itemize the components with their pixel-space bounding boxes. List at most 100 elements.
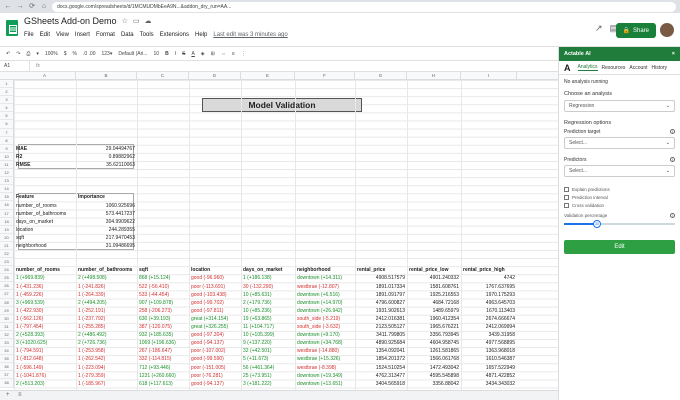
explain-predictions-checkbox[interactable]: Explain predictions <box>559 187 680 192</box>
activity-icon[interactable]: ↗ <box>595 23 603 34</box>
fill-color-icon[interactable]: ◈ <box>201 51 205 57</box>
table-cell[interactable]: 1231 (+260.660) <box>139 372 187 380</box>
table-cell[interactable]: westbrae (-8.398) <box>297 364 353 372</box>
table-cell[interactable]: 1767.637695 <box>463 283 515 291</box>
table-cell[interactable]: good (-94.137) <box>191 339 239 347</box>
row-header[interactable]: 18 <box>0 218 13 226</box>
table-cell[interactable]: 1657.522949 <box>463 364 515 372</box>
importance-feature[interactable]: sqft <box>16 234 74 242</box>
table-cell[interactable]: 4901.240332 <box>409 274 459 282</box>
table-cell[interactable]: 533 (-44.454) <box>139 291 187 299</box>
table-cell[interactable]: 4977.568895 <box>463 339 515 347</box>
menu-view[interactable]: View <box>56 32 69 38</box>
table-cell[interactable]: good (-103.438) <box>191 291 239 299</box>
menu-file[interactable]: File <box>24 32 34 38</box>
table-cell[interactable]: south_side (-3.632) <box>297 323 353 331</box>
table-cell[interactable]: 1566.061768 <box>409 355 459 363</box>
row-header[interactable]: 37 <box>0 371 13 380</box>
doc-title[interactable]: GSheets Add-on Demo <box>24 16 117 26</box>
row-header[interactable]: 3 <box>0 96 13 105</box>
table-cell[interactable]: 907 (+109.878) <box>139 299 187 307</box>
importance-value[interactable]: 1060.925696 <box>78 202 135 210</box>
table-cell[interactable]: 3356.88042 <box>409 380 459 388</box>
add-sheet-icon[interactable]: + <box>6 392 10 398</box>
table-cell[interactable]: 2 (+513.203) <box>16 380 74 388</box>
info-icon[interactable]: i <box>670 157 675 162</box>
table-cell[interactable]: 4796.600827 <box>357 299 405 307</box>
table-cell[interactable]: 4684.72168 <box>409 299 459 307</box>
reload-icon[interactable]: ⟳ <box>28 3 36 11</box>
url-input[interactable]: docs.google.com/spreadsheets/d/1MCMUDMbE… <box>52 1 676 12</box>
row-header[interactable]: 23 <box>0 258 13 267</box>
table-cell[interactable]: 630 (+39.193) <box>139 315 187 323</box>
close-icon[interactable]: × <box>672 51 675 57</box>
row-header[interactable]: 11 <box>0 161 13 170</box>
table-cell[interactable]: 25 (+73.951) <box>243 372 293 380</box>
metric-label[interactable]: RMSE <box>16 161 74 169</box>
metric-label[interactable]: MAE <box>16 145 74 153</box>
table-header[interactable]: days_on_market <box>243 266 293 274</box>
redo-icon[interactable]: ↷ <box>16 51 20 57</box>
importance-header[interactable]: Importance <box>78 193 135 201</box>
more-icon[interactable]: ⋮ <box>241 51 246 57</box>
table-cell[interactable]: good (-99.702) <box>191 299 239 307</box>
table-cell[interactable]: 3404.565918 <box>357 380 405 388</box>
table-cell[interactable]: 618 (+117.613) <box>139 380 187 388</box>
zoom-select[interactable]: 100% <box>45 51 58 57</box>
table-cell[interactable]: 1965.676221 <box>409 323 459 331</box>
print-icon[interactable]: ⎙ <box>26 51 30 57</box>
table-cell[interactable]: 10 (+85.236) <box>243 307 293 315</box>
align-icon[interactable]: ≡ <box>232 51 235 57</box>
forward-icon[interactable]: → <box>16 3 24 11</box>
table-cell[interactable]: 56 (+461.364) <box>243 364 293 372</box>
table-cell[interactable]: 1 (-459.226) <box>16 291 74 299</box>
percent-button[interactable]: % <box>73 51 77 57</box>
importance-feature[interactable]: neighborhood <box>16 242 74 250</box>
table-cell[interactable]: downtown (+26.942) <box>297 307 353 315</box>
row-header[interactable]: 2 <box>0 88 13 97</box>
row-header[interactable]: 36 <box>0 363 13 372</box>
table-cell[interactable]: 2674.666674 <box>463 315 515 323</box>
row-header[interactable]: 20 <box>0 234 13 242</box>
importance-feature[interactable]: location <box>16 226 74 234</box>
table-cell[interactable]: 868 (+15.124) <box>139 274 187 282</box>
table-cell[interactable]: 332 (-114.815) <box>139 355 187 363</box>
back-icon[interactable]: ← <box>4 3 12 11</box>
table-cell[interactable]: 3411.799805 <box>357 331 405 339</box>
row-header[interactable]: 28 <box>0 299 13 307</box>
table-cell[interactable]: 11 (+104.717) <box>243 323 293 331</box>
row-header[interactable]: 12 <box>0 169 13 178</box>
menu-extensions[interactable]: Extensions <box>160 32 189 38</box>
importance-header[interactable]: Feature <box>16 193 74 201</box>
column-header[interactable]: B <box>76 72 137 80</box>
menu-help[interactable]: Help <box>195 32 207 38</box>
predictors-select[interactable]: Select... ⌄ <box>564 165 675 177</box>
title-cell[interactable]: Model Validation <box>202 98 362 112</box>
last-edit-link[interactable]: Last edit was 3 minutes ago <box>213 32 287 38</box>
table-cell[interactable]: 258 (-206.273) <box>139 307 187 315</box>
decimal-buttons[interactable]: .0 .00 <box>83 51 96 57</box>
row-header[interactable]: 8 <box>0 137 13 145</box>
avatar[interactable] <box>660 23 674 37</box>
cross-validation-checkbox[interactable]: Cross validation <box>559 203 680 208</box>
table-cell[interactable]: 2412.016381 <box>357 315 405 323</box>
table-cell[interactable]: 1970.175293 <box>463 291 515 299</box>
row-header[interactable]: 32 <box>0 331 13 339</box>
row-header[interactable]: 10 <box>0 153 13 161</box>
table-cell[interactable]: 1069 (+196.636) <box>139 339 187 347</box>
share-button[interactable]: 🔒 Share <box>615 23 656 38</box>
format-select[interactable]: 123▾ <box>101 51 112 57</box>
table-cell[interactable]: 1 (-264.339) <box>78 291 135 299</box>
table-cell[interactable]: 1931.902613 <box>357 307 405 315</box>
sheets-logo-icon[interactable] <box>6 20 18 36</box>
table-cell[interactable]: poor (-113.691) <box>191 283 239 291</box>
row-header[interactable]: 9 <box>0 145 13 153</box>
table-cell[interactable]: 1489.65979 <box>409 307 459 315</box>
column-header[interactable]: D <box>189 72 241 80</box>
metric-value[interactable]: 29.04494767 <box>78 145 135 153</box>
target-select[interactable]: Select... ⌄ <box>564 137 675 149</box>
table-cell[interactable]: downtown (+14.311) <box>297 274 353 282</box>
menu-format[interactable]: Format <box>96 32 115 38</box>
table-cell[interactable]: 1 (-797.454) <box>16 323 74 331</box>
row-header[interactable]: 21 <box>0 242 13 250</box>
